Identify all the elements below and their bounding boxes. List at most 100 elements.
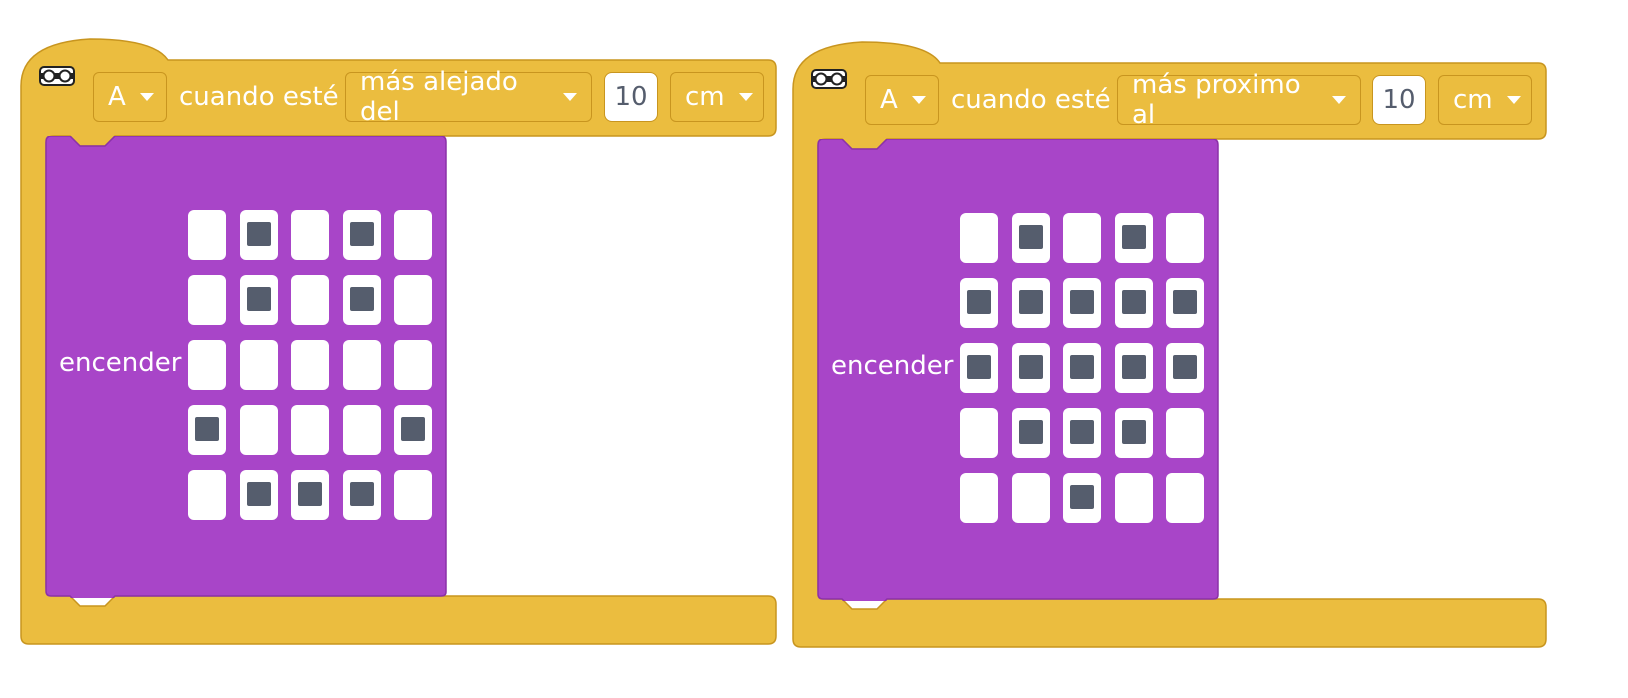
caret-down-icon: [911, 96, 926, 104]
led-on: [1121, 290, 1146, 314]
led-on: [1070, 290, 1094, 314]
led-cell[interactable]: [239, 470, 278, 520]
led-cell[interactable]: [342, 275, 381, 325]
port-value: A: [880, 85, 898, 115]
port-dropdown[interactable]: A: [93, 72, 167, 122]
led-cell[interactable]: [188, 210, 226, 260]
led-cell[interactable]: [291, 470, 329, 520]
led-cell[interactable]: [394, 210, 432, 260]
led-cell[interactable]: [960, 343, 998, 393]
event-block-far[interactable]: A cuando esté más alejado del 10 cm ence…: [20, 36, 778, 646]
led-cell[interactable]: [1114, 343, 1153, 393]
led-cell[interactable]: [394, 275, 432, 325]
led-on: [1173, 355, 1197, 379]
led-cell[interactable]: [1114, 213, 1153, 263]
led-on: [1070, 355, 1094, 379]
caret-down-icon: [1506, 96, 1521, 104]
led-cell[interactable]: [342, 210, 381, 260]
comparison-dropdown[interactable]: más alejado del: [345, 67, 592, 127]
led-cell[interactable]: [188, 405, 226, 455]
event-block-near[interactable]: A cuando esté más proximo al 10 cm encen…: [792, 39, 1548, 649]
led-on: [1070, 485, 1094, 509]
led-cell[interactable]: [394, 340, 432, 390]
led-cell[interactable]: [960, 408, 998, 458]
comparison-dropdown[interactable]: más proximo al: [1117, 70, 1361, 130]
led-cell[interactable]: [342, 340, 381, 390]
led-on: [246, 482, 271, 506]
led-on: [1018, 355, 1043, 379]
led-on: [1070, 420, 1094, 444]
led-cell[interactable]: [960, 473, 998, 523]
led-cell[interactable]: [291, 405, 329, 455]
led-cell[interactable]: [188, 340, 226, 390]
led-cell[interactable]: [342, 470, 381, 520]
caret-down-icon: [1332, 96, 1346, 104]
led-cell[interactable]: [1011, 343, 1050, 393]
led-cell[interactable]: [1011, 278, 1050, 328]
distance-input[interactable]: 10: [1372, 75, 1426, 125]
unit-dropdown[interactable]: cm: [1438, 75, 1532, 125]
led-cell[interactable]: [1166, 408, 1204, 458]
unit-dropdown[interactable]: cm: [670, 72, 764, 122]
caret-down-icon: [563, 93, 577, 101]
led-cell[interactable]: [1114, 278, 1153, 328]
led-on: [349, 482, 374, 506]
led-cell[interactable]: [188, 470, 226, 520]
led-on: [967, 290, 991, 314]
led-cell[interactable]: [1063, 473, 1101, 523]
led-on: [1018, 420, 1043, 444]
comparison-value: más alejado del: [360, 67, 518, 127]
connector-label: cuando esté: [179, 82, 339, 112]
led-on: [1121, 355, 1146, 379]
led-cell[interactable]: [239, 405, 278, 455]
distance-input[interactable]: 10: [604, 72, 658, 122]
unit-value: cm: [685, 82, 725, 112]
led-cell[interactable]: [1063, 213, 1101, 263]
led-on: [1018, 225, 1043, 249]
led-matrix: [960, 213, 1210, 533]
led-cell[interactable]: [291, 210, 329, 260]
led-cell[interactable]: [1114, 408, 1153, 458]
led-cell[interactable]: [1063, 278, 1101, 328]
led-on: [246, 222, 271, 246]
show-leds-block[interactable]: encender: [817, 139, 1219, 601]
led-cell[interactable]: [394, 470, 432, 520]
led-cell[interactable]: [239, 275, 278, 325]
led-cell[interactable]: [1166, 473, 1204, 523]
led-cell[interactable]: [1011, 213, 1050, 263]
led-cell[interactable]: [239, 210, 278, 260]
led-on: [1173, 290, 1197, 314]
ultrasonic-sensor-icon: [39, 66, 75, 86]
led-cell[interactable]: [188, 275, 226, 325]
led-cell[interactable]: [1166, 343, 1204, 393]
show-leds-label: encender: [831, 351, 954, 381]
caret-down-icon: [738, 93, 753, 101]
led-cell[interactable]: [1011, 408, 1050, 458]
led-cell[interactable]: [1114, 473, 1153, 523]
led-on: [349, 287, 374, 311]
led-matrix: [188, 210, 438, 530]
led-cell[interactable]: [291, 275, 329, 325]
led-cell[interactable]: [1011, 473, 1050, 523]
led-on: [349, 222, 374, 246]
led-cell[interactable]: [1166, 278, 1204, 328]
led-on: [1121, 420, 1146, 444]
led-on: [967, 355, 991, 379]
show-leds-block[interactable]: encender: [45, 136, 447, 598]
connector-label: cuando esté: [951, 85, 1111, 115]
led-cell[interactable]: [1063, 343, 1101, 393]
led-cell[interactable]: [1063, 408, 1101, 458]
led-cell[interactable]: [1166, 213, 1204, 263]
port-dropdown[interactable]: A: [865, 75, 939, 125]
led-cell[interactable]: [342, 405, 381, 455]
port-value: A: [108, 82, 126, 112]
led-on: [195, 417, 219, 441]
led-on: [1018, 290, 1043, 314]
led-cell[interactable]: [291, 340, 329, 390]
led-cell[interactable]: [960, 278, 998, 328]
led-cell[interactable]: [239, 340, 278, 390]
led-cell[interactable]: [960, 213, 998, 263]
led-on: [298, 482, 322, 506]
led-cell[interactable]: [394, 405, 432, 455]
unit-value: cm: [1453, 85, 1493, 115]
